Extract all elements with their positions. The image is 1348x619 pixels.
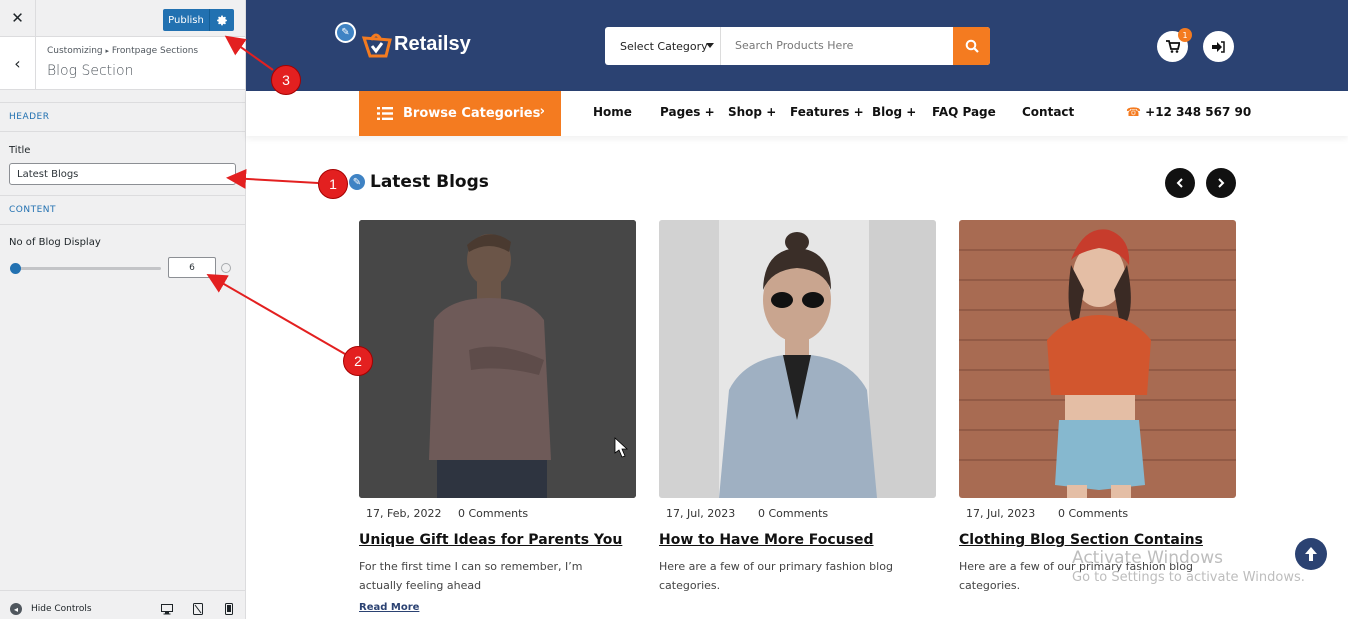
site-logo-text: Retailsy (394, 32, 471, 55)
cart-count-badge: 1 (1178, 28, 1192, 42)
blog-card: 17, Jul, 2023 0 Comments Clothing Blog S… (959, 220, 1236, 595)
read-more-link[interactable]: Read More (359, 602, 636, 613)
main-navigation: Browse Categories › Home Pages + Shop + … (246, 91, 1348, 136)
sign-in-icon (1212, 40, 1225, 53)
hide-controls-button[interactable]: Hide Controls (31, 604, 92, 614)
mobile-preview-icon[interactable] (223, 603, 235, 615)
cart-icon (1165, 40, 1180, 53)
blog-count-input[interactable] (168, 257, 216, 278)
header-phone[interactable]: ☎ +12 348 567 90 (1126, 105, 1251, 119)
blogs-section-title: Latest Blogs (370, 172, 489, 192)
chevron-right-icon: › (539, 104, 545, 119)
edit-section-pencil-icon[interactable]: ✎ (347, 172, 367, 192)
blog-count-label: No of Blog Display (9, 237, 101, 248)
edit-logo-pencil-icon[interactable]: ✎ (335, 22, 356, 43)
category-select-value: Select Category (620, 39, 708, 53)
login-button[interactable] (1203, 31, 1234, 62)
close-icon: ✕ (11, 9, 24, 27)
windows-activation-watermark: Activate Windows Go to Settings to activ… (1072, 548, 1305, 585)
basket-logo-icon (361, 33, 392, 58)
browse-categories-label: Browse Categories (403, 106, 541, 121)
customizer-topbar: ✕ Publish (0, 0, 245, 37)
search-icon (965, 39, 979, 53)
nav-pages[interactable]: Pages + (660, 105, 715, 119)
blog-comments[interactable]: 0 Comments (1058, 507, 1128, 520)
breadcrumb: Customizing ▸ Frontpage Sections (47, 46, 198, 56)
browse-categories-button[interactable]: Browse Categories › (359, 91, 561, 136)
group-header-content: CONTENT (0, 195, 245, 225)
blog-date: 17, Jul, 2023 (666, 507, 736, 520)
back-button[interactable]: ‹ (0, 37, 36, 89)
blog-excerpt: Here are a few of our primary fashion bl… (659, 560, 893, 592)
caret-down-icon (706, 43, 714, 48)
blog-card: 17, Jul, 2023 0 Comments How to Have Mor… (659, 220, 936, 595)
site-preview: ✎ Retailsy Select Category Search Produc… (246, 0, 1348, 619)
annotation-marker-2: 2 (343, 346, 373, 376)
blog-comments[interactable]: 0 Comments (758, 507, 828, 520)
desktop-preview-icon[interactable] (161, 603, 173, 615)
group-header-header: HEADER (0, 102, 245, 132)
activation-title: Activate Windows (1072, 548, 1223, 568)
blog-count-slider[interactable] (12, 267, 161, 270)
breadcrumb-root: Customizing (47, 46, 103, 56)
category-select[interactable]: Select Category (605, 27, 721, 65)
activation-subtitle: Go to Settings to activate Windows. (1072, 570, 1305, 585)
publish-settings-button[interactable] (210, 9, 234, 31)
search-input[interactable]: Search Products Here (735, 39, 853, 52)
chevron-right-icon (1218, 178, 1225, 188)
carousel-next-button[interactable] (1206, 168, 1236, 198)
blog-meta: 17, Feb, 2022 0 Comments (359, 507, 636, 520)
menu-lines-icon (377, 107, 393, 120)
phone-number: +12 348 567 90 (1145, 105, 1252, 119)
title-label: Title (9, 145, 31, 156)
tablet-preview-icon[interactable] (192, 603, 204, 615)
arrow-up-icon (1305, 547, 1317, 561)
gear-icon (216, 15, 227, 25)
chevron-left-icon: ‹ (14, 53, 21, 73)
reset-icon[interactable] (221, 263, 231, 273)
nav-shop[interactable]: Shop + (728, 105, 776, 119)
blog-image[interactable] (359, 220, 636, 498)
nav-features[interactable]: Features + (790, 105, 864, 119)
nav-blog[interactable]: Blog + (872, 105, 916, 119)
site-header: ✎ Retailsy Select Category Search Produc… (246, 0, 1348, 91)
blog-meta: 17, Jul, 2023 0 Comments (659, 507, 936, 520)
nav-contact[interactable]: Contact (1022, 105, 1074, 119)
blog-comments[interactable]: 0 Comments (458, 507, 528, 520)
scroll-to-top-button[interactable] (1295, 538, 1327, 570)
annotation-marker-3: 3 (271, 65, 301, 95)
blog-meta: 17, Jul, 2023 0 Comments (959, 507, 1236, 520)
breadcrumb-parent: Frontpage Sections (111, 46, 199, 56)
chevron-left-icon (1176, 178, 1183, 188)
blog-image[interactable] (659, 220, 936, 498)
nav-faq[interactable]: FAQ Page (932, 105, 996, 119)
customizer-sidebar: ✕ Publish ‹ Customizing ▸ Frontpage Sect… (0, 0, 246, 619)
breadcrumb-separator: ▸ (105, 47, 110, 55)
close-customizer-button[interactable]: ✕ (0, 0, 36, 36)
section-title: Blog Section (47, 63, 134, 79)
blog-image[interactable] (959, 220, 1236, 498)
screen: ✕ Publish ‹ Customizing ▸ Frontpage Sect… (0, 0, 1348, 619)
annotation-marker-1: 1 (318, 169, 348, 199)
headset-icon: ☎ (1126, 105, 1141, 119)
blog-title[interactable]: How to Have More Focused (659, 532, 936, 548)
collapse-icon[interactable]: ◂ (10, 603, 22, 615)
blog-date: 17, Feb, 2022 (366, 507, 442, 520)
title-input[interactable] (9, 163, 236, 185)
blog-title[interactable]: Unique Gift Ideas for Parents You (359, 532, 636, 548)
blog-date: 17, Jul, 2023 (966, 507, 1036, 520)
blog-title[interactable]: Clothing Blog Section Contains (959, 532, 1236, 548)
publish-button[interactable]: Publish (163, 9, 210, 31)
carousel-prev-button[interactable] (1165, 168, 1195, 198)
nav-home[interactable]: Home (593, 105, 632, 119)
site-logo[interactable]: Retailsy (360, 28, 471, 60)
blog-excerpt: For the first time I can so remember, I’… (359, 560, 583, 592)
search-box: Select Category Search Products Here (605, 27, 990, 65)
blog-card: 17, Feb, 2022 0 Comments Unique Gift Ide… (359, 220, 636, 613)
section-header: ‹ Customizing ▸ Frontpage Sections Blog … (0, 37, 245, 90)
search-button[interactable] (953, 27, 990, 65)
customizer-footer: ◂ Hide Controls (0, 590, 245, 619)
blog-count-slider-handle[interactable] (10, 263, 21, 274)
